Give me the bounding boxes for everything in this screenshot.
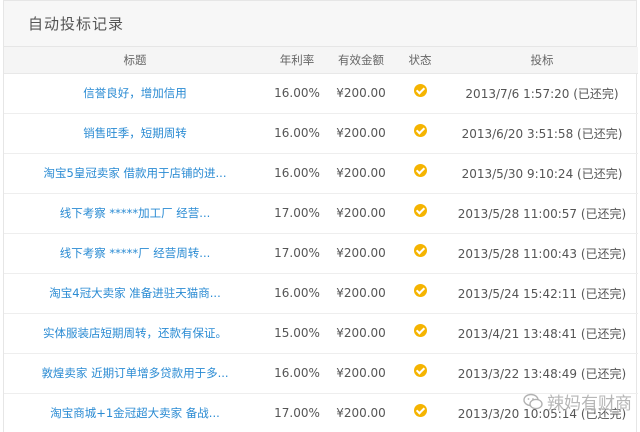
time-cell: 2013/7/6 1:57:20 (已还完): [465, 86, 619, 101]
column-header-title: 标题: [4, 47, 266, 74]
column-header-time: 投标: [446, 47, 638, 74]
table-row: 实体服装店短期周转，还款有保证。 15.00% ¥200.00 2013/4/21 1…: [4, 313, 638, 353]
time-cell: 2013/3/22 13:48:49 (已还完): [457, 366, 627, 381]
time-cell: 2013/5/24 15:42:11 (已还完): [457, 286, 627, 301]
time-cell: 2013/6/20 3:51:58 (已还完): [461, 126, 623, 141]
table-body: 信誉良好，增加信用 16.00% ¥200.00 2013/7/6 1:57:20 (…: [4, 73, 638, 432]
table-row: 线下考察 *****厂 经营周转... 17.00% ¥200.00 2013/5/2…: [4, 233, 638, 273]
bid-records-table: 标题 年利率 有效金额 状态 投标 信誉良好，增加信用 16.00% ¥200.00…: [4, 47, 638, 432]
title-cell: 信誉良好，增加信用: [4, 73, 266, 113]
bid-title-link[interactable]: 淘宝商城+1金冠超大卖家 备战...: [50, 406, 220, 420]
check-circle-icon: [413, 284, 427, 297]
status-cell: [394, 353, 446, 393]
column-header-amount: 有效金额: [328, 47, 394, 74]
table-row: 敦煌卖家 近期订单增多贷款用于多... 16.00% ¥200.00 2013/3/2…: [4, 353, 638, 393]
watermark: 辣妈有财商: [523, 389, 632, 414]
status-cell: [394, 273, 446, 313]
check-circle-icon: [413, 404, 427, 417]
table-row: 淘宝4冠大卖家 准备进驻天猫商... 16.00% ¥200.00 2013/5/24…: [4, 273, 638, 313]
rate-cell: 16.00%: [274, 286, 320, 300]
time-cell: 2013/5/30 9:10:24 (已还完): [461, 166, 623, 181]
bid-title-link[interactable]: 信誉良好，增加信用: [83, 86, 187, 100]
bid-title-link[interactable]: 线下考察 *****加工厂 经营...: [60, 206, 211, 220]
table-row: 销售旺季，短期周转 16.00% ¥200.00 2013/6/20 3:51:58 …: [4, 113, 638, 153]
check-circle-icon: [413, 164, 427, 177]
bid-title-link[interactable]: 淘宝4冠大卖家 准备进驻天猫商...: [49, 286, 220, 300]
check-circle-icon: [413, 124, 427, 137]
title-cell: 线下考察 *****厂 经营周转...: [4, 233, 266, 273]
status-cell: [394, 193, 446, 233]
rate-cell: 17.00%: [274, 246, 320, 260]
time-cell: 2013/4/21 13:48:41 (已还完): [457, 326, 627, 341]
rate-cell: 17.00%: [274, 206, 320, 220]
rate-cell: 17.00%: [274, 406, 320, 420]
column-header-rate: 年利率: [266, 47, 328, 74]
time-cell: 2013/5/28 11:00:57 (已还完): [457, 206, 627, 221]
bid-title-link[interactable]: 线下考察 *****厂 经营周转...: [60, 246, 211, 260]
rate-cell: 16.00%: [274, 126, 320, 140]
status-cell: [394, 313, 446, 353]
check-circle-icon: [413, 324, 427, 337]
title-cell: 实体服装店短期周转，还款有保证。: [4, 313, 266, 353]
rate-cell: 16.00%: [274, 86, 320, 100]
check-circle-icon: [413, 244, 427, 257]
amount-cell: ¥200.00: [336, 286, 386, 300]
table-header-row: 标题 年利率 有效金额 状态 投标: [4, 47, 638, 74]
check-circle-icon: [413, 204, 427, 217]
amount-cell: ¥200.00: [336, 126, 386, 140]
title-cell: 淘宝商城+1金冠超大卖家 备战...: [4, 393, 266, 432]
column-header-status: 状态: [394, 47, 446, 74]
amount-cell: ¥200.00: [336, 326, 386, 340]
amount-cell: ¥200.00: [336, 206, 386, 220]
status-cell: [394, 113, 446, 153]
status-cell: [394, 233, 446, 273]
rate-cell: 15.00%: [274, 326, 320, 340]
watermark-text: 辣妈有财商: [547, 394, 632, 414]
title-cell: 淘宝4冠大卖家 准备进驻天猫商...: [4, 273, 266, 313]
bid-title-link[interactable]: 销售旺季，短期周转: [83, 126, 187, 140]
amount-cell: ¥200.00: [336, 86, 386, 100]
amount-cell: ¥200.00: [336, 246, 386, 260]
title-cell: 销售旺季，短期周转: [4, 113, 266, 153]
status-cell: [394, 73, 446, 113]
status-cell: [394, 153, 446, 193]
rate-cell: 16.00%: [274, 166, 320, 180]
rate-cell: 16.00%: [274, 366, 320, 380]
panel-header: 自动投标记录: [4, 1, 636, 47]
check-circle-icon: [413, 84, 427, 97]
status-cell: [394, 393, 446, 432]
table-row: 淘宝5皇冠卖家 借款用于店铺的进... 16.00% ¥200.00 2013/5/3…: [4, 153, 638, 193]
title-cell: 线下考察 *****加工厂 经营...: [4, 193, 266, 233]
bid-title-link[interactable]: 敦煌卖家 近期订单增多贷款用于多...: [41, 366, 228, 380]
amount-cell: ¥200.00: [336, 366, 386, 380]
time-cell: 2013/5/28 11:00:43 (已还完): [457, 246, 627, 261]
amount-cell: ¥200.00: [336, 166, 386, 180]
amount-cell: ¥200.00: [336, 406, 386, 420]
title-cell: 敦煌卖家 近期订单增多贷款用于多...: [4, 353, 266, 393]
panel-title: 自动投标记录: [28, 15, 125, 33]
bid-title-link[interactable]: 淘宝5皇冠卖家 借款用于店铺的进...: [44, 166, 227, 180]
check-circle-icon: [413, 364, 427, 377]
wechat-icon: [523, 393, 543, 409]
title-cell: 淘宝5皇冠卖家 借款用于店铺的进...: [4, 153, 266, 193]
table-row: 线下考察 *****加工厂 经营... 17.00% ¥200.00 2013/5/2…: [4, 193, 638, 233]
auto-bid-records-panel: 自动投标记录 标题 年利率 有效金额 状态 投标 信誉良好，增加信用 16.00%…: [3, 0, 638, 432]
bid-title-link[interactable]: 实体服装店短期周转，还款有保证。: [43, 326, 227, 340]
table-row: 信誉良好，增加信用 16.00% ¥200.00 2013/7/6 1:57:20 (…: [4, 73, 638, 113]
